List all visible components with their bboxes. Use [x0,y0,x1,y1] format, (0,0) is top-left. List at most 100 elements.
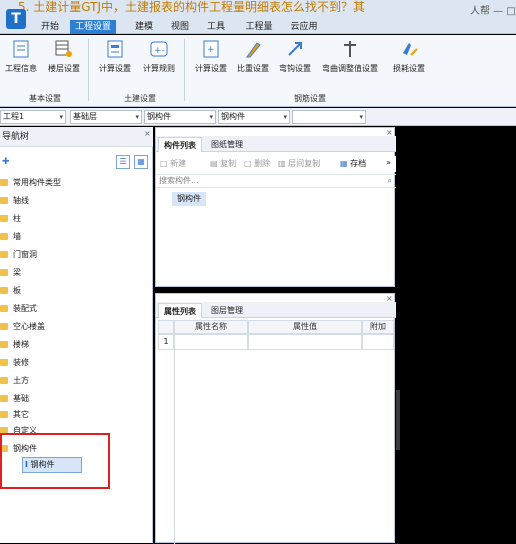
tab-drawing-manage[interactable]: 图纸管理 [206,137,248,152]
new-icon: □ [160,159,168,168]
new-label: 新建 [170,159,187,168]
folder-icon [0,377,8,384]
property-panel-tabs: 属性列表 图层管理 [156,302,396,318]
tab-view[interactable]: 视图 [164,20,196,34]
add-icon[interactable]: ✚ [2,157,10,167]
floor-copy-label: 层间复制 [288,159,321,168]
tree-item-slab[interactable]: 板 [0,283,21,299]
property-list-panel: × 属性列表 图层管理 属性名称 属性值 附加 1 [155,293,396,544]
civil-calc-setting-button[interactable]: 计算设置 [96,39,134,74]
component-list-panel: × 构件列表 图纸管理 □ 新建 ▤ 复制 ▢ 删除 ▥ 层间复制 ▦ 存档 »… [155,127,396,287]
window-controls[interactable]: 人帮 — □ [470,2,516,17]
delete-button[interactable]: ▢ 删除 [244,158,270,169]
table-header-name: 属性名称 [174,320,248,334]
tree-item-column[interactable]: 柱 [0,211,21,227]
folder-icon [0,269,8,276]
tree-item-label: 墙 [13,232,21,241]
tab-layer-manage[interactable]: 图层管理 [206,303,248,318]
tab-modeling[interactable]: 建模 [128,20,160,34]
folder-icon [0,233,8,240]
project-info-icon [13,40,29,58]
calc-rule-button[interactable]: +- 计算规则 [140,39,178,74]
group-civil-settings: 土建设置 [124,94,156,103]
grid-view-icon[interactable]: ▦ [134,155,148,169]
floor-select[interactable]: 基础层 ▾ [70,110,142,124]
copy-label: 复制 [220,159,237,168]
list-view-icon[interactable]: ☰ [116,155,130,169]
tab-quantity[interactable]: 工程量 [238,20,280,34]
navigation-panel: 导航树 × ✚ ☰ ▦ 常用构件类型 轴线 柱 墙 门窗洞 梁 板 装配式 空心… [0,127,153,543]
floor-copy-button[interactable]: ▥ 层间复制 [278,158,320,169]
hook-setting-label: 弯钩设置 [279,64,311,73]
highlight-annotation [0,433,110,489]
title-bar: 5. 土建计量GTJ中，土建报表的构件工程量明细表怎么找不到？其 人帮 — □ [0,0,516,20]
tab-project-settings[interactable]: 工程设置 [70,20,116,34]
copy-button[interactable]: ▤ 复制 [210,158,236,169]
floor-setting-icon [55,40,72,57]
table-cell-name[interactable] [174,334,248,350]
tab-tools[interactable]: 工具 [200,20,232,34]
group-basic-settings: 基本设置 [29,94,61,103]
tree-item-label: 空心楼盖 [13,322,45,331]
table-cell-extra[interactable] [362,334,394,350]
ribbon-separator [88,39,89,101]
tree-item-beam[interactable]: 梁 [0,265,21,281]
floor-select-value: 基础层 [73,112,97,121]
tree-item-foundation[interactable]: 基础 [0,391,29,407]
density-setting-label: 比重设置 [237,64,269,73]
folder-icon [0,411,8,418]
loss-setting-button[interactable]: 损耗设置 [388,39,430,74]
tree-item-hollow-floor[interactable]: 空心楼盖 [0,319,45,335]
delete-label: 删除 [254,159,271,168]
search-icon[interactable]: ⌕ [388,175,392,187]
tree-item-stairs[interactable]: 楼梯 [0,337,29,353]
folder-icon [0,341,8,348]
app-logo: T [6,9,26,29]
new-button[interactable]: □ 新建 [160,158,186,169]
table-header-value: 属性值 [248,320,362,334]
chevron-down-icon: ▾ [59,113,63,121]
tree-item-axis[interactable]: 轴线 [0,193,29,209]
tab-component-list[interactable]: 构件列表 [158,137,202,152]
floor-setting-button[interactable]: 楼层设置 [44,39,84,74]
tree-item-prefab[interactable]: 装配式 [0,301,37,317]
close-icon[interactable]: × [144,129,151,138]
tab-start[interactable]: 开始 [34,20,66,34]
folder-icon [0,179,8,186]
tab-cloud[interactable]: 云应用 [284,20,324,34]
archive-button[interactable]: ▦ 存档 [340,158,366,169]
ribbon-separator [184,39,185,101]
folder-icon [0,287,8,294]
svg-text:+-: +- [154,46,165,56]
rebar-calc-setting-button[interactable]: + 计算设置 [192,39,230,74]
tree-item-earthwork[interactable]: 土方 [0,373,29,389]
component-list-item[interactable]: 钢构件 [172,192,206,206]
category-select[interactable]: 钢构件 ▾ [144,110,216,124]
extra-select[interactable]: ▾ [292,110,366,124]
tree-item-openings[interactable]: 门窗洞 [0,247,37,263]
tree-item-other[interactable]: 其它 [0,407,29,423]
component-select[interactable]: 钢构件 ▾ [218,110,290,124]
drawing-canvas[interactable] [396,127,516,543]
tree-item-wall[interactable]: 墙 [0,229,21,245]
folder-icon [0,395,8,402]
tree-item-common[interactable]: 常用构件类型 [0,175,61,191]
project-select[interactable]: 工程1 ▾ [0,110,66,124]
folder-icon [0,215,8,222]
hook-setting-button[interactable]: 弯钩设置 [276,39,314,74]
table-cell-value[interactable] [248,334,362,350]
tree-item-label: 柱 [13,214,21,223]
tab-property-list[interactable]: 属性列表 [158,303,202,318]
more-icon[interactable]: » [386,158,391,167]
folder-icon [0,359,8,366]
column-divider [174,350,175,544]
bend-adjust-button[interactable]: 弯曲调整值设置 [318,39,382,74]
loss-icon [403,43,418,56]
ribbon: 工程信息 楼层设置 计算设置 +- 计算规则 + 计算设置 比重设置 弯钩设置 … [0,35,516,107]
component-search-input[interactable]: 搜索构件... ⌕ [156,174,396,188]
tree-item-label: 常用构件类型 [13,178,61,187]
density-setting-button[interactable]: 比重设置 [234,39,272,74]
canvas-scroll-handle[interactable] [396,390,400,450]
tree-item-decoration[interactable]: 装修 [0,355,29,371]
project-info-button[interactable]: 工程信息 [2,39,40,74]
